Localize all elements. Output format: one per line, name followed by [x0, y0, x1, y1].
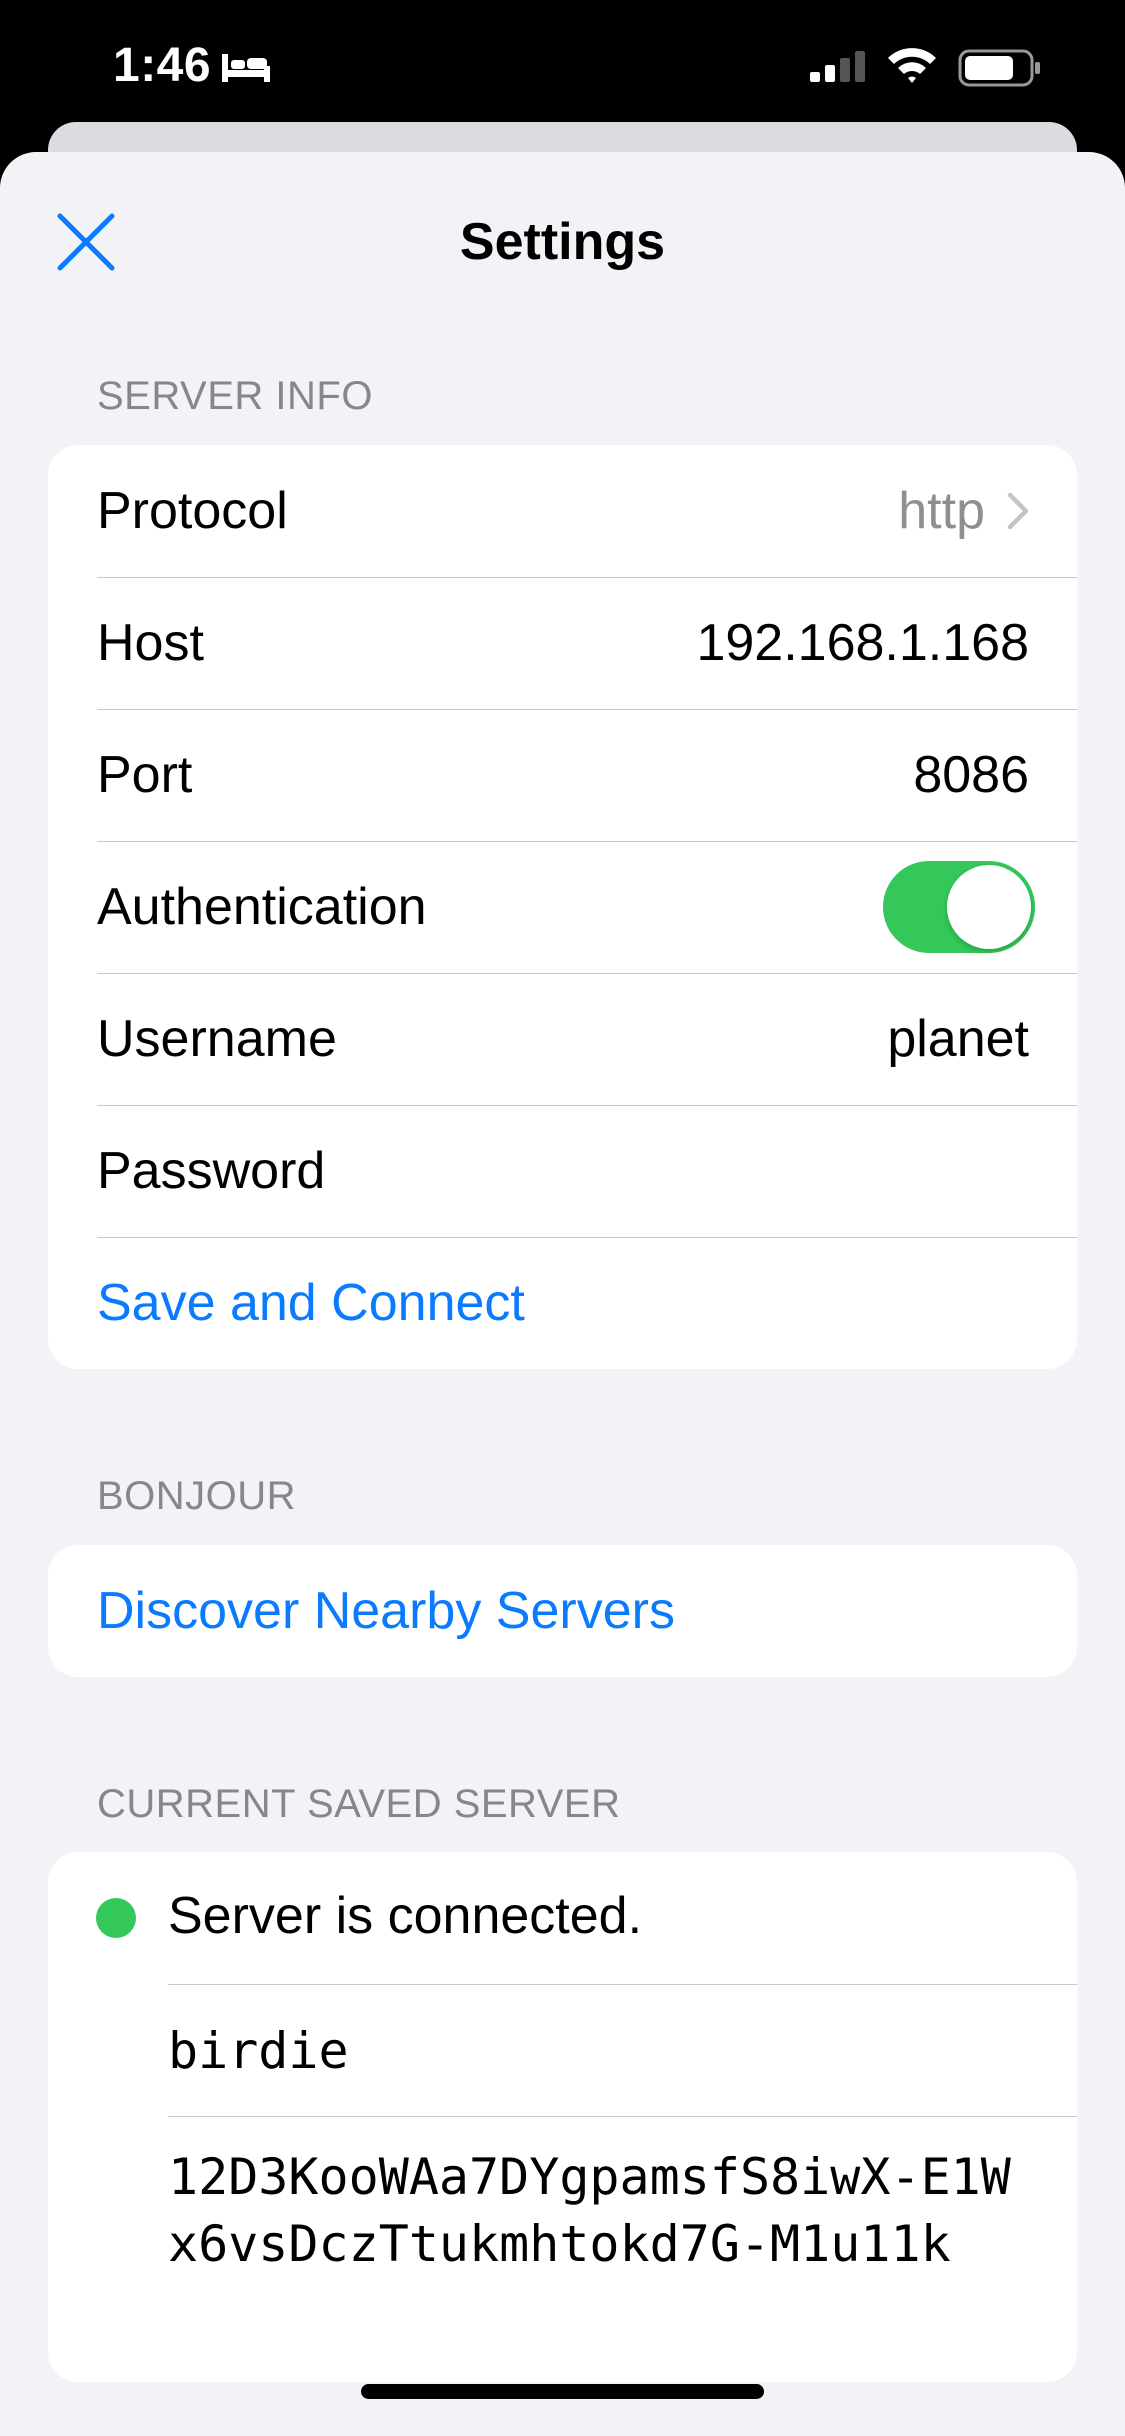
server-name: birdie — [168, 2022, 349, 2080]
status-time: 1:46 — [113, 39, 212, 92]
home-indicator — [361, 2384, 764, 2399]
wifi-icon — [885, 44, 939, 89]
password-row[interactable]: Password — [48, 1105, 1077, 1237]
username-input[interactable]: planet — [887, 1009, 1029, 1069]
discover-servers-button[interactable]: Discover Nearby Servers — [48, 1545, 1077, 1677]
signal-icon — [808, 50, 870, 89]
port-label: Port — [97, 746, 193, 804]
host-label: Host — [97, 614, 204, 672]
authentication-label: Authentication — [97, 878, 427, 936]
discover-servers-label: Discover Nearby Servers — [97, 1582, 675, 1640]
chevron-right-icon — [1007, 492, 1029, 530]
settings-sheet: Settings SERVER INFO Protocol http Host … — [0, 152, 1125, 2436]
peer-id: 12D3KooWAa7DYgpamsfS8iwX-E1Wx6vsDczTtukm… — [168, 2148, 1011, 2273]
port-row[interactable]: Port 8086 — [48, 709, 1077, 841]
save-connect-label: Save and Connect — [97, 1274, 525, 1332]
connection-status-text: Server is connected. — [168, 1887, 643, 1945]
protocol-label: Protocol — [97, 482, 288, 540]
username-row[interactable]: Username planet — [48, 973, 1077, 1105]
protocol-row[interactable]: Protocol http — [48, 445, 1077, 577]
section-header-bonjour: BONJOUR — [97, 1474, 297, 1518]
host-row[interactable]: Host 192.168.1.168 — [48, 577, 1077, 709]
username-label: Username — [97, 1010, 337, 1068]
authentication-row: Authentication — [48, 841, 1077, 973]
server-info-group: Protocol http Host 192.168.1.168 Port 80… — [48, 445, 1077, 1369]
status-dot — [96, 1898, 136, 1938]
section-header-current-server: CURRENT SAVED SERVER — [97, 1782, 621, 1826]
authentication-toggle[interactable] — [883, 861, 1035, 953]
port-input[interactable]: 8086 — [913, 745, 1029, 805]
current-server-group: Server is connected. birdie 12D3KooWAa7D… — [48, 1852, 1077, 2382]
toggle-knob — [947, 865, 1031, 949]
bonjour-group: Discover Nearby Servers — [48, 1545, 1077, 1677]
host-input[interactable]: 192.168.1.168 — [696, 613, 1029, 673]
battery-icon — [958, 48, 1042, 93]
section-header-server-info: SERVER INFO — [97, 374, 373, 418]
password-label: Password — [97, 1142, 326, 1200]
protocol-value: http — [898, 482, 985, 540]
server-name-row: birdie — [48, 1984, 1077, 2116]
connection-status-row: Server is connected. — [48, 1852, 1077, 1984]
peer-id-row: 12D3KooWAa7DYgpamsfS8iwX-E1Wx6vsDczTtukm… — [48, 2116, 1077, 2382]
save-connect-button[interactable]: Save and Connect — [48, 1237, 1077, 1369]
page-title: Settings — [459, 213, 666, 271]
bed-icon — [220, 50, 272, 89]
